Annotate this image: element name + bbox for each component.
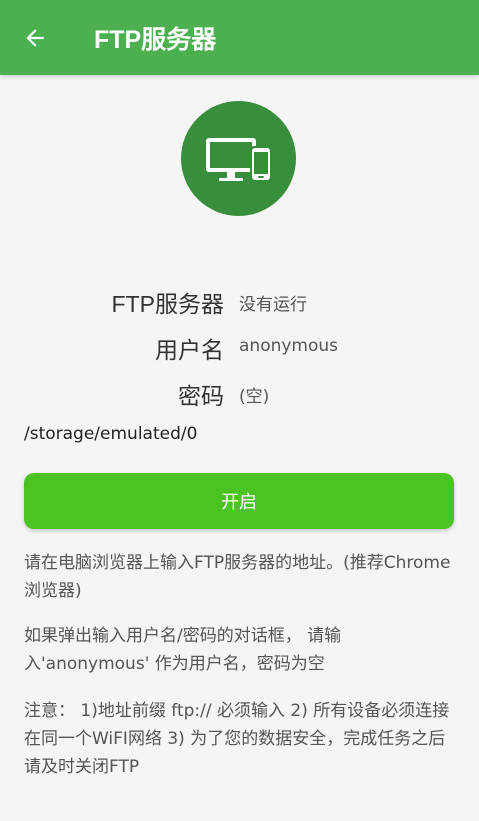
start-button[interactable]: 开启 (24, 473, 454, 529)
page-title: FTP服务器 (94, 25, 217, 54)
password-value: (空) (239, 387, 270, 407)
app-bar: FTP服务器 (0, 0, 479, 75)
username-label: 用户名 (155, 337, 224, 363)
note-credentials: 如果弹出输入用户名/密码的对话框， 请输入'anonymous' 作为用户名，密… (24, 626, 342, 674)
server-status-label: FTP服务器 (111, 291, 224, 317)
password-label: 密码 (178, 383, 224, 409)
note-browser: 请在电脑浏览器上输入FTP服务器的地址。(推荐Chrome浏览器) (24, 553, 451, 601)
server-status-value: 没有运行 (239, 295, 307, 315)
username-row: 用户名 anonymous (0, 331, 479, 371)
storage-path: /storage/emulated/0 (24, 424, 198, 444)
arrow-left-icon (26, 28, 44, 47)
password-row: 密码 (空) (0, 377, 479, 417)
device-illustration (181, 101, 296, 216)
username-value: anonymous (239, 336, 339, 356)
desktop-and-phone-icon (205, 137, 272, 182)
note-warnings: 注意： 1)地址前缀 ftp:// 必须输入 2) 所有设备必须连接在同一个Wi… (24, 701, 450, 777)
server-status-row: FTP服务器 没有运行 (0, 285, 479, 325)
back-button[interactable] (0, 0, 70, 75)
